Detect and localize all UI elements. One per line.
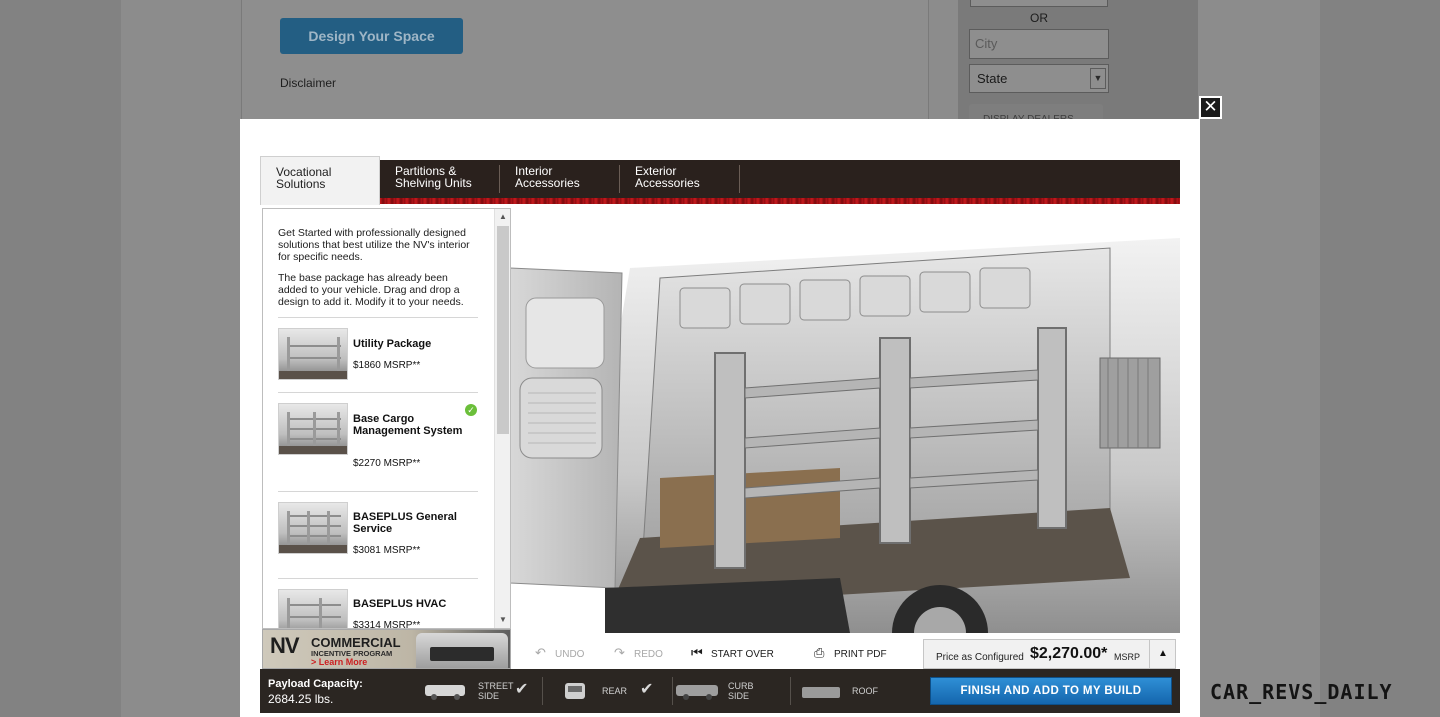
- tab-divider: [739, 165, 740, 193]
- or-label: OR: [1030, 11, 1048, 25]
- undo-label: UNDO: [555, 649, 585, 660]
- package-name: Base Cargo Management System: [353, 413, 463, 437]
- learn-more-link[interactable]: > Learn More: [311, 657, 367, 667]
- disclaimer-link: Disclaimer: [280, 76, 337, 90]
- package-price: $3081 MSRP**: [353, 545, 421, 556]
- redo-icon: ↷: [614, 645, 625, 660]
- view-label-line1: STREET: [478, 681, 514, 691]
- tab-label-line2: Solutions: [276, 177, 326, 191]
- package-thumbnail: [278, 589, 348, 628]
- scroll-down-icon[interactable]: ▼: [495, 612, 510, 628]
- state-value: State: [977, 71, 1008, 86]
- check-icon: ✔: [640, 681, 654, 698]
- van-cargo-view[interactable]: [510, 238, 1180, 633]
- tab-interior-accessories[interactable]: Interior Accessories: [500, 160, 620, 198]
- price-msrp: MSRP: [1114, 652, 1141, 662]
- nv-logo-text: NV: [270, 633, 300, 658]
- scroll-up-icon[interactable]: ▲: [495, 209, 510, 225]
- van-side-icon: [676, 685, 718, 700]
- chevron-up-icon[interactable]: ▲: [1149, 640, 1176, 668]
- package-item-baseplus-hvac[interactable]: BASEPLUS HVAC $3314 MSRP**: [278, 578, 478, 629]
- payload-capacity-label: Payload Capacity:: [268, 678, 363, 690]
- category-tabs: Vocational Solutions Partitions & Shelvi…: [260, 156, 1180, 205]
- redo-button[interactable]: ↷ REDO: [614, 645, 663, 661]
- banner-commercial-text: COMMERCIAL: [311, 635, 401, 650]
- tab-exterior-accessories[interactable]: Exterior Accessories: [620, 160, 740, 198]
- van-side-icon: [425, 685, 465, 700]
- van-rear-icon: [565, 683, 585, 699]
- panel-intro-text: Get Started with professionally designed…: [278, 227, 470, 263]
- package-price: $3314 MSRP**: [353, 620, 421, 629]
- panel-instructions-text: The base package has already been added …: [278, 272, 464, 308]
- undo-button[interactable]: ↶ UNDO: [535, 645, 584, 661]
- package-name: BASEPLUS General Service: [353, 511, 457, 535]
- finish-and-add-button[interactable]: FINISH AND ADD TO MY BUILD: [930, 677, 1172, 705]
- tab-label-line2: Shelving Units: [395, 176, 472, 190]
- package-price: $2270 MSRP**: [353, 458, 421, 469]
- view-label-line1: CURB: [728, 681, 754, 691]
- price-label: Price as Configured: [936, 652, 1024, 663]
- print-pdf-label: PRINT PDF: [834, 649, 887, 660]
- scroll-thumb[interactable]: [497, 226, 509, 434]
- package-price: $1860 MSRP**: [353, 360, 421, 371]
- start-over-button[interactable]: ⏮ START OVER: [691, 645, 774, 661]
- view-divider: [790, 677, 791, 705]
- view-divider: [542, 677, 543, 705]
- undo-icon: ↶: [535, 645, 546, 660]
- chevron-down-icon: ▼: [1090, 68, 1106, 89]
- price-value: $2,270.00*: [1030, 645, 1108, 662]
- city-input: City: [969, 29, 1109, 59]
- panel-scrollbar[interactable]: ▲ ▼: [494, 209, 510, 628]
- tabs-red-stripe: [260, 198, 1180, 204]
- van-roof-icon: [802, 687, 840, 698]
- nv-commercial-incentive-banner[interactable]: NV COMMERCIAL INCENTIVE PROGRAM > Learn …: [262, 629, 511, 669]
- skip-back-icon: ⏮: [691, 645, 703, 660]
- van-front-image: [416, 633, 508, 668]
- package-thumbnail: [278, 502, 348, 554]
- van-illustration: [510, 238, 1180, 633]
- view-label-line1: ROOF: [852, 686, 878, 696]
- price-as-configured: Price as Configured $2,270.00* MSRP ▲: [923, 639, 1176, 669]
- print-pdf-button[interactable]: ⎙ PRINT PDF: [814, 645, 887, 661]
- tab-label-line2: Accessories: [515, 176, 580, 190]
- close-icon[interactable]: ✕: [1199, 96, 1222, 119]
- tab-label-line2: Accessories: [635, 176, 700, 190]
- view-label-line2: SIDE: [728, 691, 750, 701]
- design-your-space-button: Design Your Space: [280, 18, 463, 54]
- view-curb-side[interactable]: CURB SIDE: [672, 677, 782, 707]
- package-name: BASEPLUS HVAC: [353, 598, 447, 610]
- package-name: Utility Package: [353, 338, 432, 350]
- package-item-baseplus-general-service[interactable]: BASEPLUS General Service $3081 MSRP**: [278, 491, 478, 578]
- configurator-modal: Vocational Solutions Partitions & Shelvi…: [240, 119, 1200, 717]
- payload-capacity-value: 2684.25 lbs.: [268, 692, 334, 706]
- package-item-base-cargo[interactable]: ✓ Base Cargo Management System $2270 MSR…: [278, 392, 478, 491]
- zip-input: [970, 0, 1108, 7]
- redo-label: REDO: [634, 649, 663, 660]
- bottom-bar: Payload Capacity: 2684.25 lbs. STREET SI…: [260, 669, 1180, 713]
- view-label-line2: SIDE: [478, 691, 500, 701]
- package-thumbnail: [278, 328, 348, 380]
- view-roof[interactable]: ROOF: [800, 677, 900, 707]
- view-street-side[interactable]: STREET SIDE ✔: [423, 677, 535, 707]
- printer-icon: ⎙: [814, 645, 825, 660]
- view-label-line1: REAR: [602, 686, 628, 696]
- vocational-solutions-panel: Get Started with professionally designed…: [262, 208, 511, 629]
- view-rear[interactable]: REAR ✔: [562, 677, 662, 707]
- tab-vocational-solutions[interactable]: Vocational Solutions: [260, 156, 380, 205]
- watermark-text: CAR_REVS_DAILY: [1210, 680, 1393, 704]
- check-icon: ✔: [515, 681, 529, 698]
- package-item-utility[interactable]: Utility Package $1860 MSRP**: [278, 317, 478, 392]
- tab-partitions-shelving[interactable]: Partitions & Shelving Units: [380, 160, 500, 198]
- state-select: State ▼: [969, 64, 1109, 93]
- package-thumbnail: [278, 403, 348, 455]
- start-over-label: START OVER: [711, 649, 774, 660]
